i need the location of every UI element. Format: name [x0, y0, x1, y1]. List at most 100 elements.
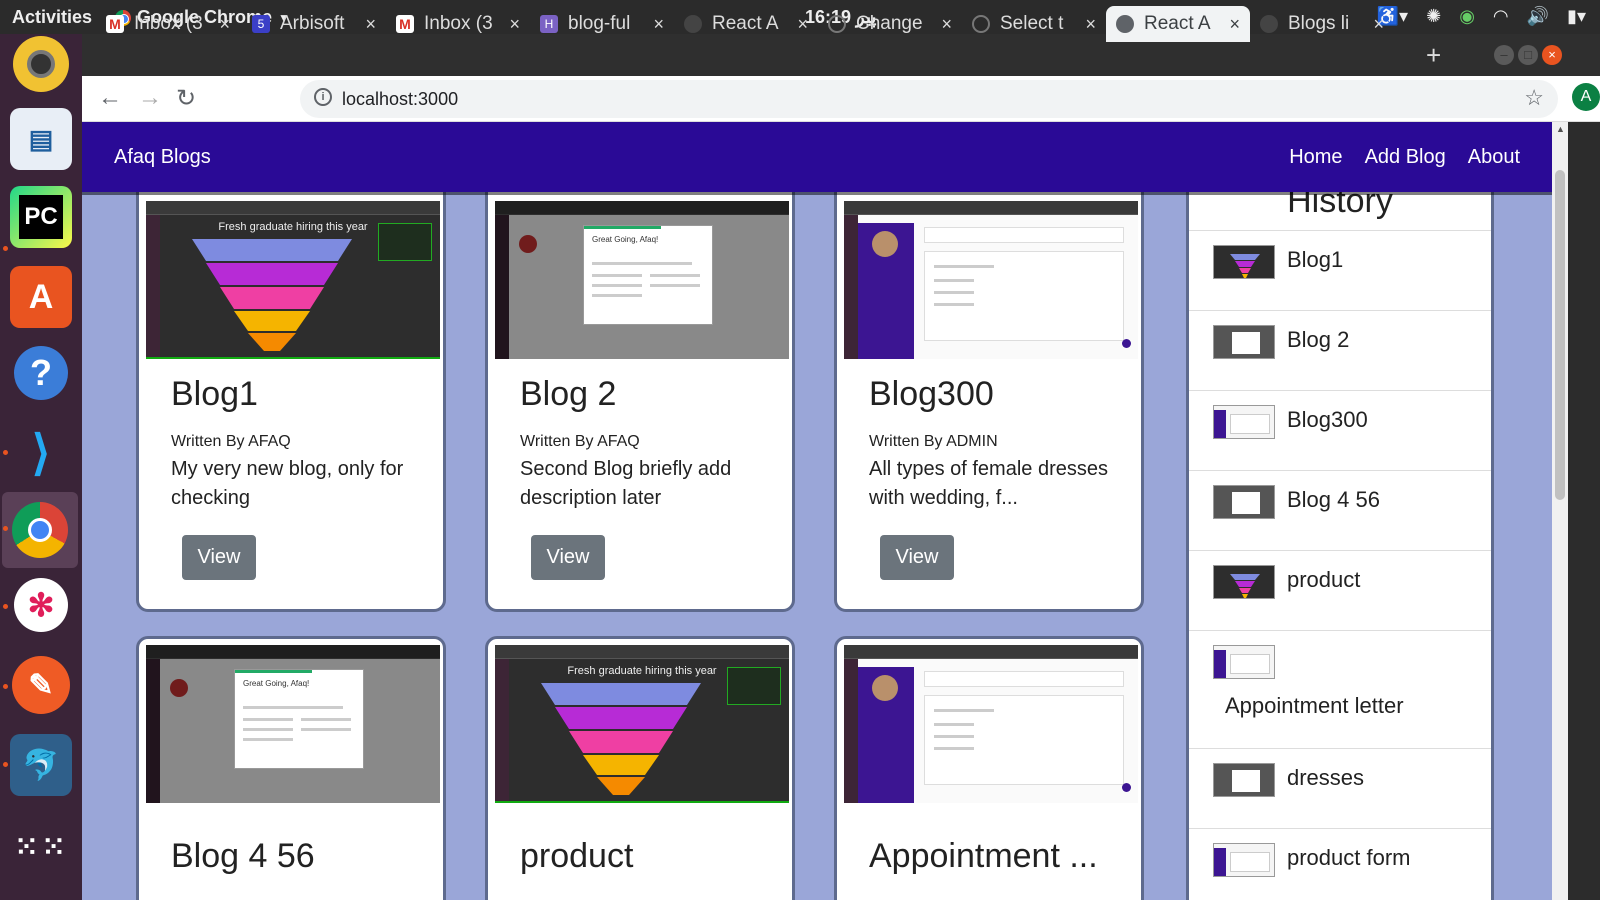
blog-thumbnail[interactable]	[844, 201, 1138, 359]
browser-tab[interactable]: Change ×	[818, 6, 962, 42]
site-brand[interactable]: Afaq Blogs	[114, 146, 211, 169]
bookmark-star-icon[interactable]: ☆	[1524, 85, 1544, 111]
view-blog-button[interactable]: View	[531, 535, 605, 580]
history-item[interactable]: product	[1189, 550, 1491, 630]
blog-thumbnail[interactable]: Fresh graduate hiring this year	[495, 645, 789, 803]
tab-close-icon[interactable]: ×	[1085, 14, 1096, 35]
battery-icon[interactable]: ▮▾	[1567, 6, 1586, 27]
activities-button[interactable]: Activities	[12, 7, 92, 28]
help-icon[interactable]: ?	[14, 346, 68, 400]
address-bar[interactable]: i localhost:3000 ☆	[300, 80, 1558, 118]
reload-icon[interactable]: ↻	[176, 84, 196, 113]
history-item-label: product	[1287, 567, 1361, 592]
show-apps-icon[interactable]: ⁙⁙	[10, 816, 72, 878]
volume-icon[interactable]: 🔊	[1527, 6, 1549, 27]
blog-thumbnail[interactable]: Great Going, Afaq!	[495, 201, 789, 359]
history-thumbnail	[1213, 405, 1275, 439]
browser-tab[interactable]: React A ×	[674, 6, 818, 42]
tab-title: Change	[856, 13, 923, 34]
tab-close-icon[interactable]: ×	[1373, 14, 1384, 35]
history-item[interactable]: Blog 2	[1189, 310, 1491, 390]
history-thumbnail	[1213, 565, 1275, 599]
blog-description: My very new blog, only for checking	[171, 458, 404, 509]
browser-tab[interactable]: React A ×	[1106, 6, 1250, 42]
blog-thumbnail[interactable]	[844, 645, 1138, 803]
chrome-dock-icon[interactable]	[2, 492, 78, 568]
view-blog-button[interactable]: View	[182, 535, 256, 580]
blog-thumbnail[interactable]: Great Going, Afaq!	[146, 645, 440, 803]
browser-tab[interactable]: 5 Arbisoft ×	[242, 6, 386, 42]
funnel-graphic	[541, 683, 701, 795]
close-window-button[interactable]: ×	[1542, 45, 1562, 65]
tab-close-icon[interactable]: ×	[1229, 14, 1240, 35]
weather-icon[interactable]: ✺	[1426, 6, 1441, 27]
mysql-workbench-icon[interactable]: 🐬	[10, 734, 72, 796]
blog-title: Appointment ...	[869, 837, 1098, 875]
view-blog-button[interactable]: View	[880, 535, 954, 580]
browser-tab[interactable]: Select t ×	[962, 6, 1106, 42]
minimize-button[interactable]: –	[1494, 45, 1514, 65]
blog-card: Blog300 Written By ADMIN All types of fema…	[834, 162, 1144, 612]
history-item[interactable]: dresses	[1189, 748, 1491, 828]
nav-add-blog[interactable]: Add Blog	[1365, 146, 1446, 169]
pycharm-icon[interactable]: PC	[10, 186, 72, 248]
scrollbar-thumb[interactable]	[1555, 170, 1565, 500]
history-title: History	[1287, 192, 1393, 220]
tab-title: Blogs li	[1288, 13, 1350, 34]
status-icon[interactable]: ◉	[1459, 6, 1475, 27]
site-info-icon[interactable]: i	[314, 88, 332, 106]
tab-title: Inbox (3	[424, 13, 493, 34]
maximize-button[interactable]: □	[1518, 45, 1538, 65]
tab-close-icon[interactable]: ×	[219, 14, 230, 35]
history-item[interactable]: Appointment letter	[1189, 630, 1491, 748]
slack-icon[interactable]: ✻	[14, 578, 68, 632]
software-center-icon[interactable]: A	[10, 266, 72, 328]
blog-title: product	[520, 837, 634, 875]
dock: ▤ PC A ? ⟩ ✻ ✎ 🐬 ⁙⁙	[0, 34, 82, 900]
thumb-modal: Great Going, Afaq!	[583, 225, 713, 325]
funnel-graphic	[192, 239, 352, 351]
back-icon[interactable]: ←	[98, 84, 122, 112]
blog-title: Blog 4 56	[171, 837, 315, 875]
blog-thumbnail[interactable]: Fresh graduate hiring this year	[146, 201, 440, 359]
running-indicator	[3, 450, 8, 455]
history-thumbnail	[1213, 645, 1275, 679]
system-tray[interactable]: ♿▾ ✺ ◉ ◠ 🔊 ▮▾	[1377, 6, 1586, 27]
browser-tab[interactable]: Hblog-ful ×	[530, 6, 674, 42]
vscode-icon[interactable]: ⟩	[10, 422, 72, 484]
browser-tab[interactable]: M Inbox (3 ×	[386, 6, 530, 42]
nav-about[interactable]: About	[1468, 146, 1520, 169]
navbar-shadow	[82, 192, 1552, 195]
url-text[interactable]: localhost:3000	[342, 89, 458, 110]
tab-close-icon[interactable]: ×	[797, 14, 808, 35]
page-scrollbar[interactable]: ▲	[1552, 122, 1568, 900]
tab-close-icon[interactable]: ×	[941, 14, 952, 35]
libreoffice-impress-icon[interactable]: ▤	[10, 108, 72, 170]
history-item[interactable]: Blog300	[1189, 390, 1491, 470]
browser-tab[interactable]: Blogs li ×	[1250, 6, 1394, 42]
blog-card: Great Going, Afaq! Blog 4 56	[136, 636, 446, 900]
forward-icon[interactable]: →	[138, 84, 162, 112]
blog-card: Great Going, Afaq! Blog 2 Written By AFAQ S…	[485, 162, 795, 612]
nav-home[interactable]: Home	[1289, 146, 1342, 169]
rhythmbox-icon[interactable]	[13, 36, 69, 92]
tab-close-icon[interactable]: ×	[365, 14, 376, 35]
history-item-label: Blog300	[1287, 407, 1368, 432]
tab-close-icon[interactable]: ×	[509, 14, 520, 35]
history-item[interactable]: Blog1	[1189, 230, 1491, 310]
browser-tab[interactable]: M Inbox (3 ×	[96, 6, 240, 42]
running-indicator	[3, 604, 8, 609]
history-thumbnail	[1213, 485, 1275, 519]
new-tab-button[interactable]: +	[1426, 40, 1441, 71]
profile-avatar[interactable]: A	[1572, 83, 1600, 111]
tab-close-icon[interactable]: ×	[653, 14, 664, 35]
blog-description: Second Blog briefly add description late…	[520, 458, 732, 509]
thumb-sidebar	[858, 223, 914, 359]
scroll-up-icon[interactable]: ▲	[1556, 124, 1565, 134]
postman-icon[interactable]: ✎	[12, 656, 70, 714]
history-item[interactable]: product form	[1189, 828, 1491, 900]
wifi-icon[interactable]: ◠	[1493, 6, 1509, 27]
thumb-modal: Great Going, Afaq!	[234, 669, 364, 769]
blog-card: Fresh graduate hiring this year product	[485, 636, 795, 900]
history-item[interactable]: Blog 4 56	[1189, 470, 1491, 550]
